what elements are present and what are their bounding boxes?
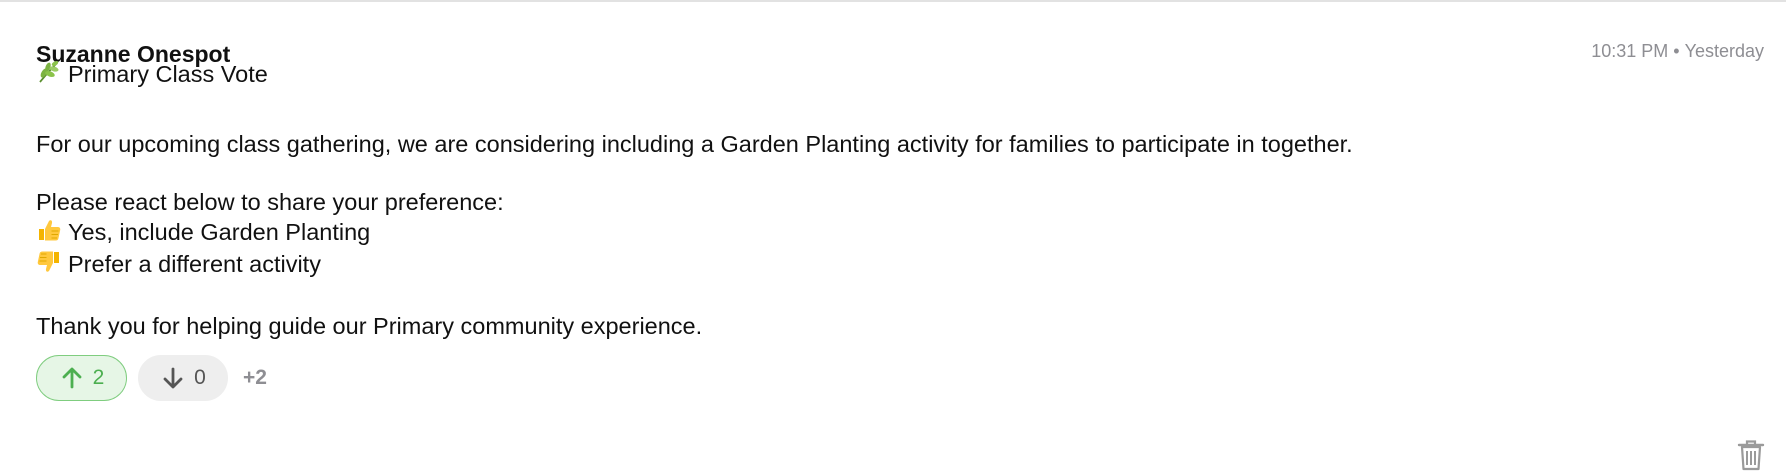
option-no: Prefer a different activity — [36, 249, 321, 279]
option-no-text: Prefer a different activity — [68, 251, 321, 277]
downvote-count: 0 — [194, 366, 206, 389]
more-reactions-count[interactable]: +2 — [243, 366, 267, 390]
upvote-button[interactable]: 2 — [36, 355, 127, 401]
thumbs-up-icon — [36, 217, 62, 243]
trash-icon[interactable] — [1736, 438, 1766, 472]
message-title-text: Primary Class Vote — [68, 61, 268, 87]
message-closing: Thank you for helping guide our Primary … — [36, 313, 703, 339]
timestamp-day: Yesterday — [1684, 41, 1764, 61]
option-yes: Yes, include Garden Planting — [36, 217, 370, 247]
message-body-paragraph: For our upcoming class gathering, we are… — [36, 131, 1353, 157]
message-prompt: Please react below to share your prefere… — [36, 189, 504, 215]
herb-icon — [36, 59, 62, 85]
option-yes-text: Yes, include Garden Planting — [68, 219, 371, 245]
message-title: Primary Class Vote — [36, 59, 268, 89]
timestamp: 10:31 PM • Yesterday — [1591, 39, 1764, 63]
timestamp-separator: • — [1673, 41, 1680, 61]
upvote-count: 2 — [92, 366, 105, 389]
arrow-up-icon — [62, 367, 82, 389]
arrow-down-icon — [163, 367, 183, 389]
timestamp-time: 10:31 PM — [1591, 41, 1669, 61]
message-card: Suzanne Onespot 10:31 PM • Yesterday Prima… — [0, 0, 1786, 476]
reaction-bar: 2 0 +2 — [36, 354, 267, 402]
downvote-button[interactable]: 0 — [138, 355, 228, 401]
thumbs-down-icon — [36, 249, 62, 275]
